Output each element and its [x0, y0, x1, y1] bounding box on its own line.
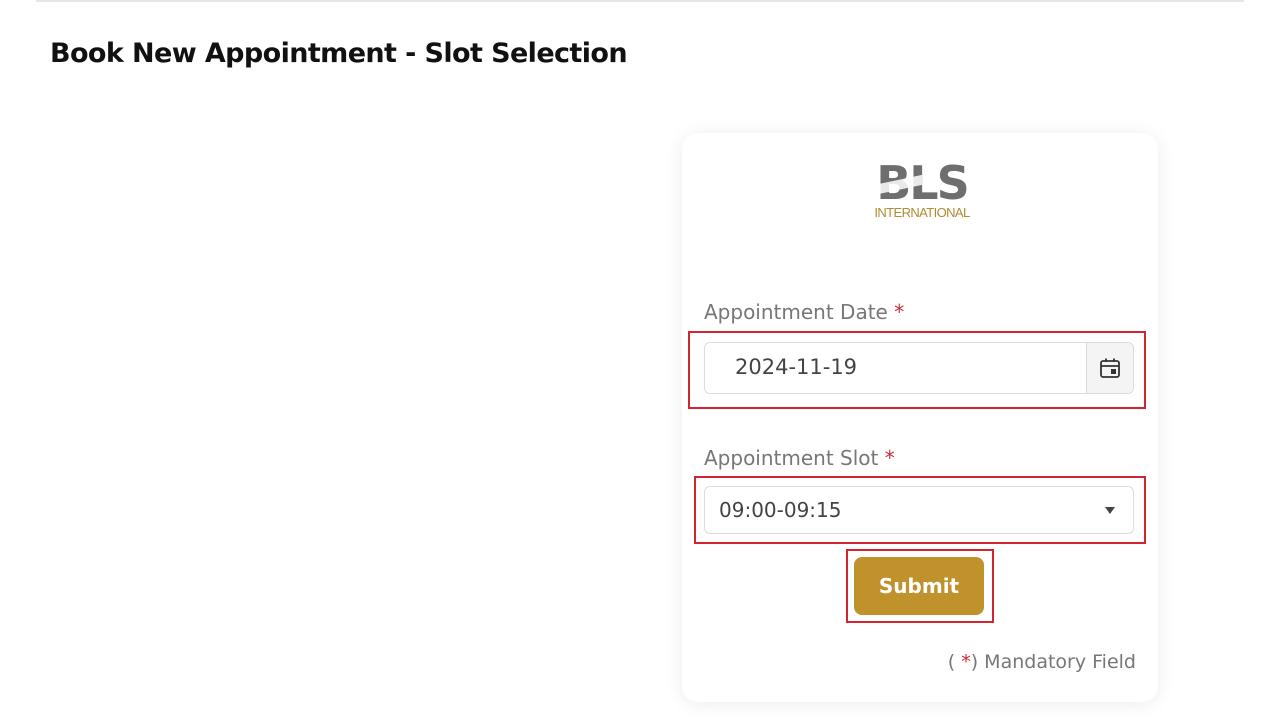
appointment-card: BLS INTERNATIONAL Appointment Date * 202… — [682, 133, 1158, 702]
appointment-slot-label-text: Appointment Slot — [704, 446, 879, 470]
mandatory-note-open: ( — [947, 651, 962, 673]
page-title: Book New Appointment - Slot Selection — [50, 38, 628, 69]
appointment-date-value: 2024-11-19 — [735, 355, 858, 379]
appointment-slot-value: 09:00-09:15 — [719, 498, 842, 522]
mandatory-note-close: ) Mandatory Field — [970, 651, 1136, 673]
required-marker: * — [894, 300, 905, 324]
appointment-slot-select[interactable]: 09:00-09:15 — [704, 486, 1134, 534]
submit-button[interactable]: Submit — [854, 557, 984, 615]
logo-sub-text: INTERNATIONAL — [874, 205, 970, 220]
chevron-down-icon — [1105, 507, 1115, 514]
appointment-date-input[interactable]: 2024-11-19 — [704, 342, 1134, 394]
date-picker-button[interactable] — [1086, 343, 1133, 393]
appointment-date-label: Appointment Date * — [704, 300, 904, 324]
calendar-icon — [1100, 358, 1120, 378]
appointment-date-label-text: Appointment Date — [704, 300, 888, 324]
bls-logo: BLS INTERNATIONAL — [860, 157, 984, 229]
required-marker: * — [961, 651, 971, 673]
top-divider — [36, 0, 1244, 2]
required-marker: * — [884, 446, 895, 470]
appointment-slot-label: Appointment Slot * — [704, 446, 895, 470]
mandatory-field-note: ( *) Mandatory Field — [948, 651, 1136, 673]
